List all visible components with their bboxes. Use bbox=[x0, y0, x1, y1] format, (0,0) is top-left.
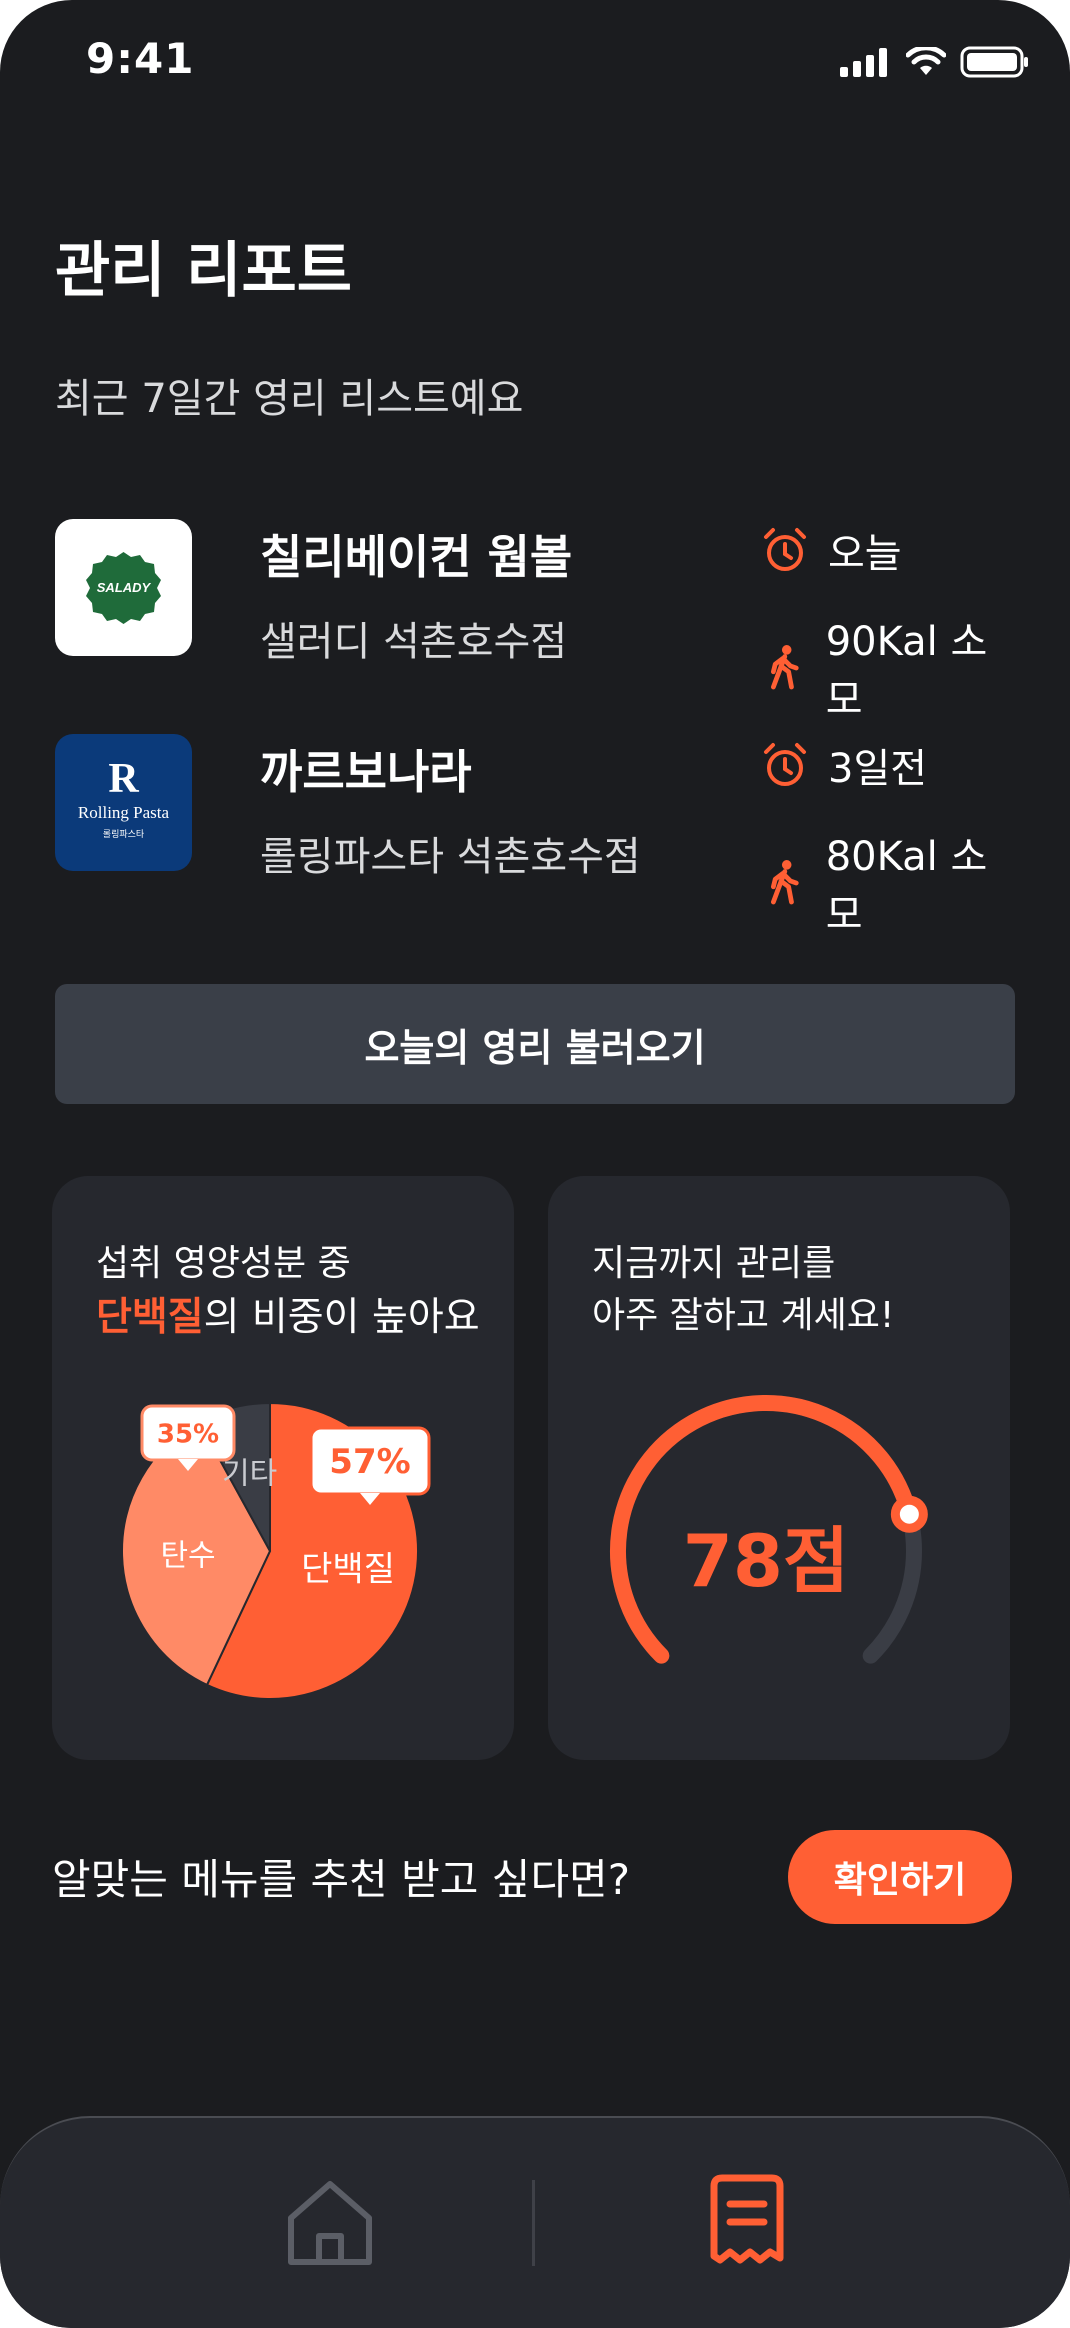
receipt-icon[interactable] bbox=[706, 2174, 788, 2268]
wifi-icon bbox=[906, 47, 946, 75]
calorie-text: 80Kal 소모 bbox=[825, 834, 988, 938]
status-icons bbox=[840, 46, 1030, 78]
confirm-button[interactable]: 확인하기 bbox=[788, 1830, 1012, 1924]
list-item[interactable]: R Rolling Pasta 롤링파스타 까르보나라 롤링파스타 석촌호수점 … bbox=[55, 734, 1015, 938]
load-today-button[interactable]: 오늘의 영리 불러오기 bbox=[55, 984, 1015, 1104]
page-title: 관리 리포트 bbox=[55, 236, 352, 306]
svg-text:57%: 57% bbox=[329, 1442, 410, 1482]
score-card: 지금까지 관리를 아주 잘하고 계세요! 78점 bbox=[548, 1176, 1010, 1760]
calorie-meta: 80Kal 소모 bbox=[760, 824, 1015, 940]
time-meta: 3일전 bbox=[760, 736, 927, 794]
salady-badge-icon: SALADY bbox=[86, 552, 161, 624]
recommend-text: 알맞는 메뉴를 추천 받고 싶다면? bbox=[52, 1855, 631, 1904]
rolling-pasta-badge-icon: R Rolling Pasta 롤링파스타 bbox=[78, 756, 170, 839]
time-meta: 오늘 bbox=[760, 521, 902, 579]
nutrition-card: 섭취 영양성분 중 단백질의 비중이 높아요 단백질 탄수 기타 57% 35% bbox=[52, 1176, 514, 1760]
walking-person-icon bbox=[770, 645, 799, 690]
when-text: 3일전 bbox=[828, 746, 928, 792]
rolling-pasta-logo-text: Rolling Pasta bbox=[78, 803, 170, 822]
home-icon[interactable] bbox=[283, 2178, 377, 2268]
score-gauge: 78점 bbox=[610, 1395, 928, 1664]
walking-person-icon bbox=[770, 860, 799, 905]
pie-label-3: 기타 bbox=[222, 1457, 277, 1492]
alarm-clock-icon bbox=[764, 528, 806, 571]
status-time: 9:41 bbox=[86, 34, 195, 83]
phone-screen: 9:41 관리 리포트 최근 7일간 영리 리스트예요 SALADY 칠리베이컨… bbox=[0, 0, 1070, 2328]
svg-text:35%: 35% bbox=[157, 1419, 219, 1449]
battery-icon bbox=[960, 46, 1028, 78]
svg-text:R: R bbox=[108, 756, 139, 802]
store-name: 롤링파스타 석촌호수점 bbox=[260, 834, 641, 880]
page-subtitle: 최근 7일간 영리 리스트예요 bbox=[55, 376, 524, 422]
store-name: 샐러디 석촌호수점 bbox=[260, 619, 568, 665]
pie-data-label-2: 35% bbox=[140, 1404, 236, 1471]
bottom-nav bbox=[0, 2116, 1070, 2328]
nav-divider bbox=[532, 2180, 535, 2266]
signal-icon bbox=[840, 48, 887, 77]
calorie-meta: 90Kal 소모 bbox=[760, 609, 1015, 725]
when-text: 오늘 bbox=[828, 531, 902, 577]
nutrition-pie-chart: 단백질 탄수 기타 57% 35% bbox=[121, 1401, 431, 1700]
score-value: 78점 bbox=[683, 1519, 849, 1603]
pie-data-label-1: 57% bbox=[309, 1426, 431, 1505]
pie-label-1: 단백질 bbox=[301, 1549, 395, 1589]
calorie-text: 90Kal 소모 bbox=[825, 619, 988, 723]
alarm-clock-icon bbox=[764, 743, 806, 786]
menu-name: 까르보나라 bbox=[260, 745, 472, 799]
pie-label-2: 탄수 bbox=[160, 1539, 215, 1574]
rolling-pasta-logo-subtext: 롤링파스타 bbox=[103, 828, 145, 839]
gauge-knob bbox=[890, 1495, 928, 1533]
list-item[interactable]: SALADY 칠리베이컨 웜볼 샐러디 석촌호수점 오늘 90Kal 소모 bbox=[55, 519, 1015, 723]
salady-logo: SALADY bbox=[55, 519, 192, 656]
rolling-pasta-logo: R Rolling Pasta 롤링파스타 bbox=[55, 734, 192, 871]
salady-logo-text: SALADY bbox=[97, 580, 152, 595]
menu-name: 칠리베이컨 웜볼 bbox=[260, 530, 573, 584]
